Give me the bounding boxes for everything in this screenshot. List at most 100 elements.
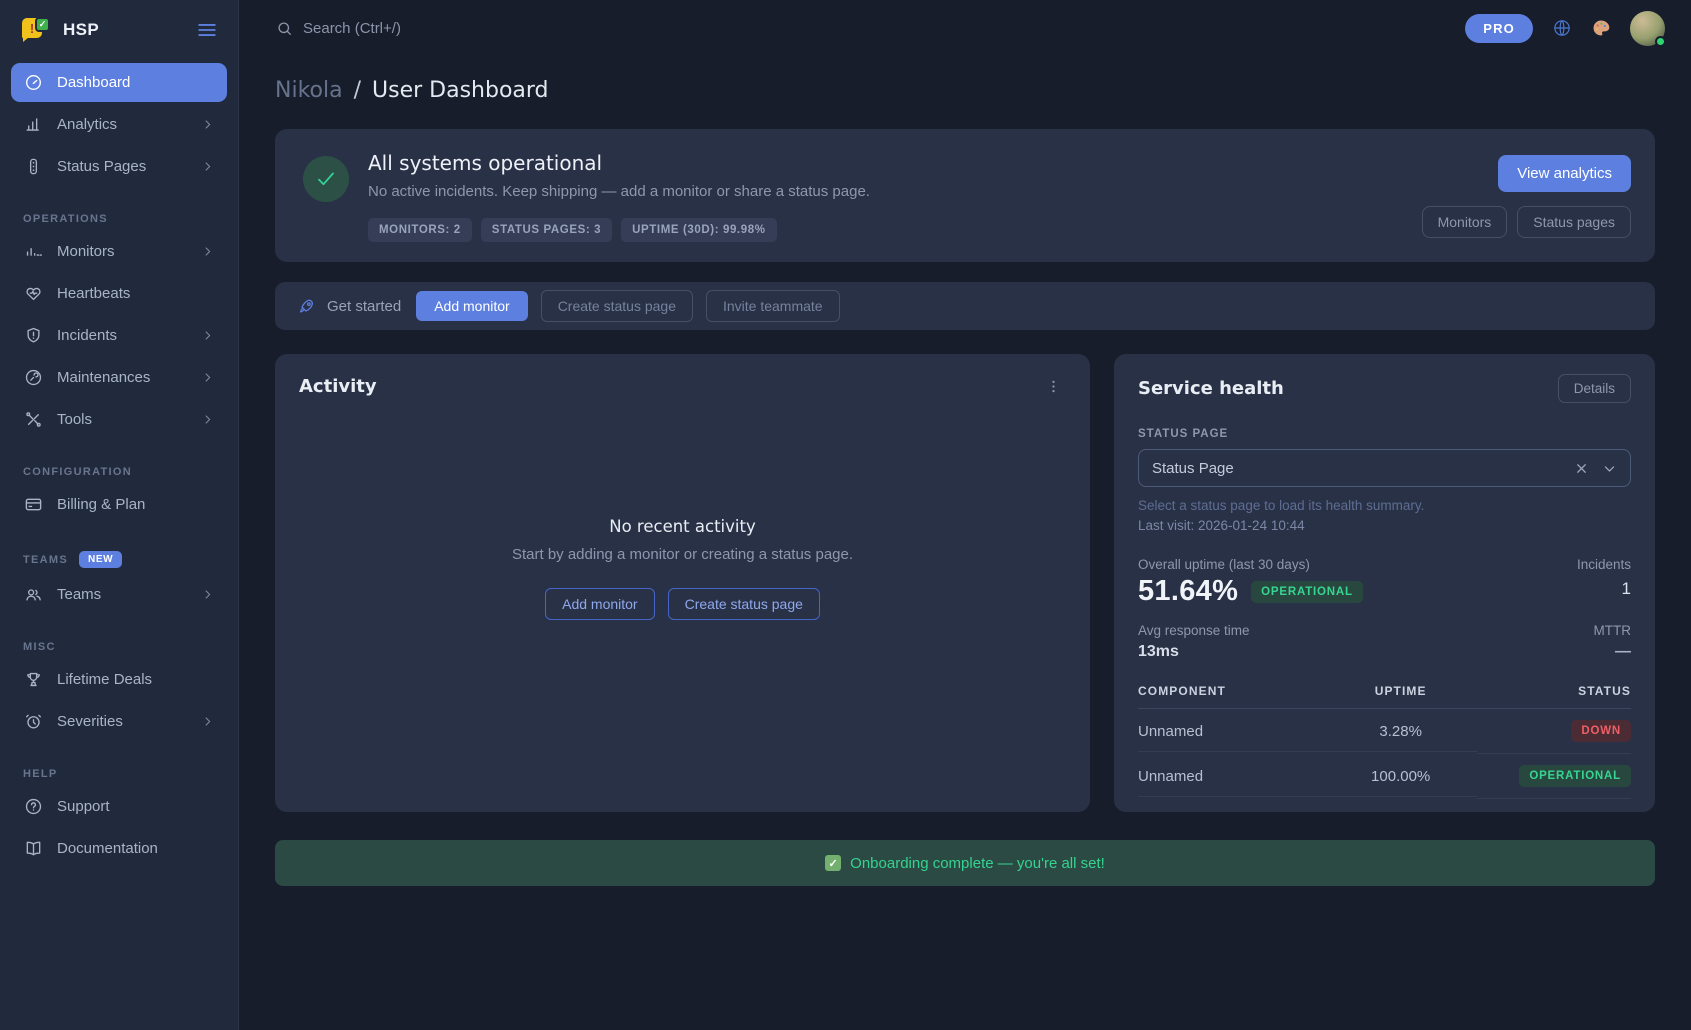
sidebar-item-documentation[interactable]: Documentation	[11, 829, 227, 868]
topbar-actions: PRO	[1465, 11, 1665, 46]
select-helper-text: Select a status page to load its health …	[1138, 498, 1631, 513]
chevron-right-icon	[201, 245, 214, 258]
mttr-value: —	[1594, 643, 1632, 661]
invite-teammate-button[interactable]: Invite teammate	[706, 290, 840, 322]
status-pages-button[interactable]: Status pages	[1517, 206, 1631, 238]
traffic-light-icon	[24, 157, 43, 176]
col-component: COMPONENT	[1138, 678, 1324, 709]
section-teams: TEAMS NEW	[0, 551, 238, 568]
sidebar-nav: Dashboard Analytics Status Pages OPERATI…	[0, 63, 238, 868]
sidebar-item-monitors[interactable]: Monitors	[11, 232, 227, 271]
components-table: COMPONENT UPTIME STATUS Unnamed 3.28% DO…	[1138, 678, 1631, 799]
language-button[interactable]	[1552, 18, 1572, 38]
wrench-circle-icon	[24, 368, 43, 387]
breadcrumb: Nikola / User Dashboard	[275, 78, 1655, 103]
uptime-30d-badge: UPTIME (30D): 99.98%	[621, 218, 776, 242]
topbar: PRO	[239, 0, 1691, 56]
table-row: Unnamed 3.28% DOWN	[1138, 709, 1631, 754]
search-icon	[276, 20, 293, 37]
uptime-status-badge: OPERATIONAL	[1251, 581, 1363, 603]
palette-icon	[1591, 18, 1611, 38]
app-root: ! ✓ HSP Dashboard Analytics Status Pages…	[0, 0, 1691, 1030]
status-page-select[interactable]: Status Page	[1138, 449, 1631, 487]
page-title: User Dashboard	[372, 78, 549, 103]
incidents-label: Incidents	[1577, 557, 1631, 572]
sidebar-item-status-pages[interactable]: Status Pages	[11, 147, 227, 186]
tools-icon	[24, 410, 43, 429]
chevron-down-icon[interactable]	[1602, 461, 1617, 476]
theme-button[interactable]	[1591, 18, 1611, 38]
service-health-title: Service health	[1138, 378, 1284, 399]
status-badge-down: DOWN	[1571, 720, 1631, 742]
activity-card: Activity No recent activity Start by add…	[275, 354, 1090, 812]
chevron-right-icon	[201, 715, 214, 728]
sidebar-item-teams[interactable]: Teams	[11, 575, 227, 614]
globe-icon	[1552, 18, 1572, 38]
sidebar-item-billing-plan[interactable]: Billing & Plan	[11, 485, 227, 524]
sidebar-item-tools[interactable]: Tools	[11, 400, 227, 439]
sidebar-item-support[interactable]: Support	[11, 787, 227, 826]
details-button[interactable]: Details	[1558, 374, 1631, 403]
add-monitor-button[interactable]: Add monitor	[416, 291, 527, 321]
col-uptime: UPTIME	[1324, 678, 1478, 709]
monitors-button[interactable]: Monitors	[1422, 206, 1508, 238]
sidebar-item-maintenances[interactable]: Maintenances	[11, 358, 227, 397]
incidents-value: 1	[1577, 579, 1631, 599]
table-row: Unnamed 100.00% OPERATIONAL	[1138, 754, 1631, 799]
heartbeat-icon	[24, 284, 43, 303]
sidebar-item-heartbeats[interactable]: Heartbeats	[11, 274, 227, 313]
uptime-value: 51.64%	[1138, 575, 1238, 608]
empty-state-title: No recent activity	[299, 517, 1066, 536]
component-name: Unnamed	[1138, 757, 1324, 797]
operational-check-icon	[303, 156, 349, 202]
activity-menu-button[interactable]	[1041, 374, 1066, 399]
check-icon: ✓	[825, 855, 841, 871]
trophy-icon	[24, 670, 43, 689]
cards-row: Activity No recent activity Start by add…	[275, 354, 1655, 812]
empty-state-subtitle: Start by adding a monitor or creating a …	[299, 546, 1066, 563]
get-started-label: Get started	[327, 298, 401, 315]
content: Nikola / User Dashboard All systems oper…	[239, 56, 1691, 886]
clear-selection-icon[interactable]	[1574, 461, 1589, 476]
help-circle-icon	[24, 797, 43, 816]
sidebar-item-incidents[interactable]: Incidents	[11, 316, 227, 355]
view-analytics-button[interactable]: View analytics	[1498, 155, 1631, 192]
search-input[interactable]	[303, 20, 643, 37]
create-status-page-button[interactable]: Create status page	[541, 290, 693, 322]
sidebar-item-lifetime-deals[interactable]: Lifetime Deals	[11, 660, 227, 699]
main-area: PRO Nikola /	[239, 0, 1691, 1030]
service-health-card: Service health Details STATUS PAGE Statu…	[1114, 354, 1655, 812]
section-help: HELP	[0, 768, 238, 780]
kebab-icon	[1045, 378, 1062, 395]
brand: ! ✓ HSP	[0, 0, 238, 57]
last-visit-text: Last visit: 2026-01-24 10:44	[1138, 518, 1631, 533]
chevron-right-icon	[201, 160, 214, 173]
mttr-label: MTTR	[1594, 623, 1632, 638]
chevron-right-icon	[201, 118, 214, 131]
section-configuration: CONFIGURATION	[0, 466, 238, 478]
pro-plan-badge[interactable]: PRO	[1465, 14, 1533, 43]
component-uptime: 100.00%	[1324, 757, 1478, 797]
chevron-right-icon	[201, 371, 214, 384]
gauge-icon	[24, 73, 43, 92]
table-header-row: COMPONENT UPTIME STATUS	[1138, 678, 1631, 709]
sidebar-item-analytics[interactable]: Analytics	[11, 105, 227, 144]
status-badge-operational: OPERATIONAL	[1519, 765, 1631, 787]
onboarding-banner: ✓ Onboarding complete — you're all set!	[275, 840, 1655, 886]
hero-subtitle: No active incidents. Keep shipping — add…	[368, 183, 870, 200]
chevron-right-icon	[201, 329, 214, 342]
sidebar-item-dashboard[interactable]: Dashboard	[11, 63, 227, 102]
uptime-label: Overall uptime (last 30 days)	[1138, 557, 1363, 572]
chevron-right-icon	[201, 413, 214, 426]
sidebar-toggle-button[interactable]	[196, 19, 218, 41]
breadcrumb-parent[interactable]: Nikola	[275, 78, 343, 103]
sidebar-item-severities[interactable]: Severities	[11, 702, 227, 741]
user-avatar[interactable]	[1630, 11, 1665, 46]
empty-add-monitor-button[interactable]: Add monitor	[545, 588, 654, 620]
avg-response-label: Avg response time	[1138, 623, 1250, 638]
signal-bars-icon	[24, 242, 43, 261]
empty-create-status-page-button[interactable]: Create status page	[668, 588, 820, 620]
rocket-icon	[298, 297, 316, 315]
section-misc: MISC	[0, 641, 238, 653]
credit-card-icon	[24, 495, 43, 514]
